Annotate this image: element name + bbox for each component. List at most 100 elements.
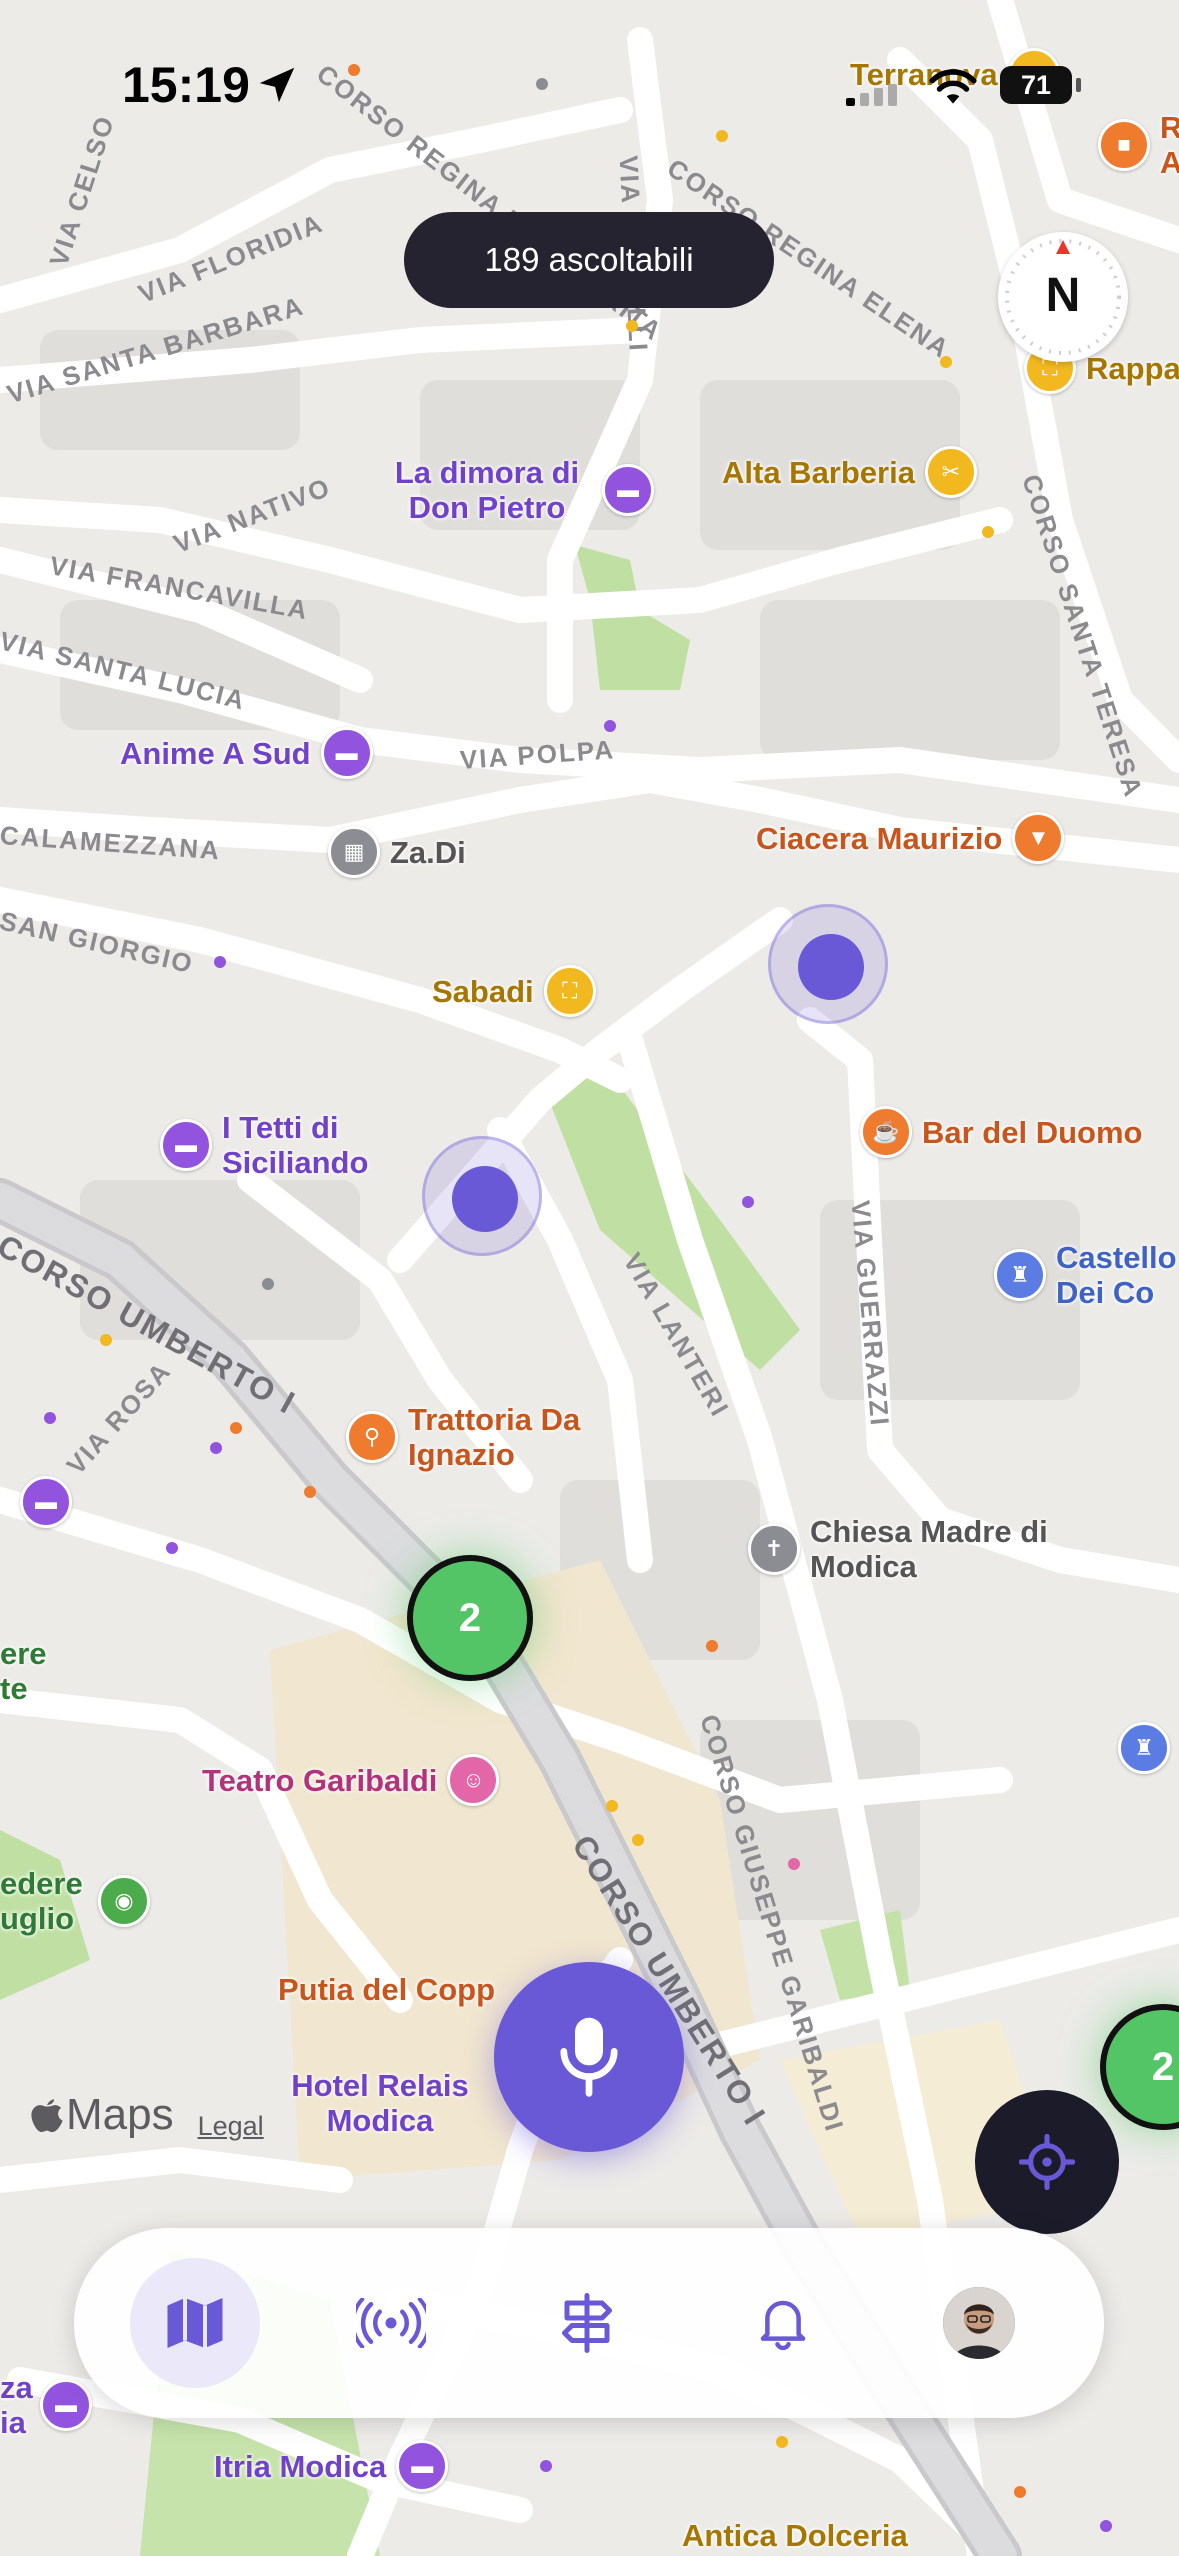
locate-me-button[interactable] [975,2090,1119,2234]
poi-label: za ia [0,2370,33,2440]
poi-label: Trattoria Da Ignazio [408,1402,581,1472]
poi-sabadi[interactable]: Sabadi ⛶ [432,965,596,1017]
poi-label: Za.Di [390,834,466,870]
poi-putia-del-coppo[interactable]: Putia del Copp [278,1972,495,2007]
poi-chiesa-madre-di-modica[interactable]: ✝ Chiesa Madre di Modica [748,1514,1050,1584]
map-dot [214,956,226,968]
map-dot [230,1422,242,1434]
poi-label: Teatro Garibaldi [202,1762,438,1798]
castle-icon: ♜ [1118,1722,1170,1774]
listening-point[interactable] [768,904,888,1024]
poi-label: edere uglio [0,1866,83,1936]
apple-logo-icon [31,2099,63,2132]
poi-belvedere-luglio[interactable]: edere uglio ◉ [0,1866,150,1936]
poi-castle-right[interactable]: ♜ [1118,1722,1170,1774]
bed-icon: ▬ [602,464,654,516]
listenable-count-label: 189 ascoltabili [484,241,694,278]
poi-label: Castello Dei Co [1056,1240,1177,1310]
tab-profile[interactable] [914,2258,1044,2388]
location-arrow-icon [259,67,295,103]
cocktail-icon: ▼ [1012,812,1065,864]
church-icon: ✝ [748,1523,800,1575]
poi-hotel-relais-modica[interactable]: Hotel Relais Modica [280,2068,480,2138]
poi-za-di[interactable]: ▦ Za.Di [328,826,466,878]
listenable-count-pill[interactable]: 189 ascoltabili [404,212,774,308]
map-dot [262,1278,274,1290]
poi-bed-left[interactable]: ▬ [20,1476,72,1528]
microphone-icon [560,2017,618,2097]
poi-partial-left[interactable]: za ia ▬ [0,2370,92,2440]
bed-icon: ▬ [40,2379,92,2431]
map-dot [1014,2486,1026,2498]
poi-label: ere te [0,1636,47,1706]
binoculars-icon: ◉ [98,1875,150,1927]
poi-label: I Tetti di Siciliando [222,1110,369,1180]
tab-directions[interactable] [522,2258,652,2388]
broadcast-icon [356,2298,426,2348]
cellular-signal-icon [846,84,897,106]
basket-icon: ⛶ [543,965,596,1017]
map-dot [742,1196,754,1208]
map-dot [304,1486,316,1498]
poi-i-tetti-di-siciliando[interactable]: ▬ I Tetti di Siciliando [160,1110,392,1180]
poi-teatro-garibaldi[interactable]: Teatro Garibaldi ☺ [202,1754,500,1806]
building-icon: ▦ [328,826,380,878]
map-icon [167,2298,223,2348]
theater-icon: ☺ [447,1754,500,1806]
crosshair-icon [1019,2134,1075,2190]
cluster-marker[interactable]: 2 [407,1555,533,1681]
fork-knife-icon: ⚲ [346,1411,398,1463]
poi-la-dimora-di-don-pietro[interactable]: La dimora di Don Pietro ▬ [382,455,654,525]
listening-point[interactable] [422,1136,542,1256]
avatar [943,2287,1015,2359]
poi-bar-del-duomo[interactable]: ☕ Bar del Duomo [860,1106,1142,1158]
maps-label: Maps [66,2090,174,2139]
tab-broadcast[interactable] [326,2258,456,2388]
poi-label: Alta Barberia [722,454,915,490]
map-dot [940,356,952,368]
battery-icon: 71 [1000,66,1072,104]
map-dot [606,1800,618,1812]
poi-antica-dolceria[interactable]: Antica Dolceria [682,2518,908,2553]
poi-label: Itria Modica [214,2448,387,2484]
map-dot [540,2460,552,2472]
poi-label: Chiesa Madre di Modica [810,1514,1048,1584]
battery-tip [1076,78,1081,92]
compass-north-label: N [1045,269,1081,322]
poi-label: Putia del Copp [278,1972,495,2007]
bed-icon: ▬ [160,1119,212,1171]
poi-alta-barberia[interactable]: Alta Barberia ✂ [722,446,977,498]
poi-label: Hotel Relais Modica [291,2068,469,2138]
scissors-icon: ✂ [924,446,977,498]
battery-level: 71 [1020,69,1052,100]
compass-button[interactable]: N [998,232,1128,362]
microphone-button[interactable] [494,1962,684,2152]
tab-notifications[interactable] [718,2258,848,2388]
poi-trattoria-da-ignazio[interactable]: ⚲ Trattoria Da Ignazio [346,1402,598,1472]
poi-itria-modica[interactable]: Itria Modica ▬ [214,2440,449,2492]
avatar-image [943,2287,1015,2359]
poi-label: Anime A Sud [120,735,311,771]
poi-label: La dimora di Don Pietro [394,455,580,525]
status-bar: 15:19 71 [0,0,1179,150]
wifi-icon [929,69,977,104]
poi-anime-a-sud[interactable]: Anime A Sud ▬ [120,727,373,779]
poi-label: Antica Dolceria [682,2518,908,2553]
map-dot [100,1334,112,1346]
cup-icon: ☕ [860,1106,912,1158]
poi-belvedere-partial[interactable]: ere te [0,1636,50,1706]
bell-icon [760,2300,806,2351]
tab-map[interactable] [130,2258,260,2388]
poi-castello-dei-conti[interactable]: ♜ Castello Dei Co [994,1240,1179,1310]
poi-ciacera-maurizio[interactable]: Ciacera Maurizio ▼ [756,812,1065,864]
poi-label: Bar del Duomo [922,1114,1143,1150]
map-dot [1100,2520,1112,2532]
signpost-icon [562,2293,612,2353]
map-dot [706,1640,718,1652]
apple-maps-logo: Maps [30,2090,174,2140]
map-dot [982,526,994,538]
bed-icon: ▬ [396,2440,449,2492]
map-dot [788,1858,800,1870]
legal-link[interactable]: Legal [198,2111,264,2142]
bottom-tab-bar [74,2228,1104,2418]
